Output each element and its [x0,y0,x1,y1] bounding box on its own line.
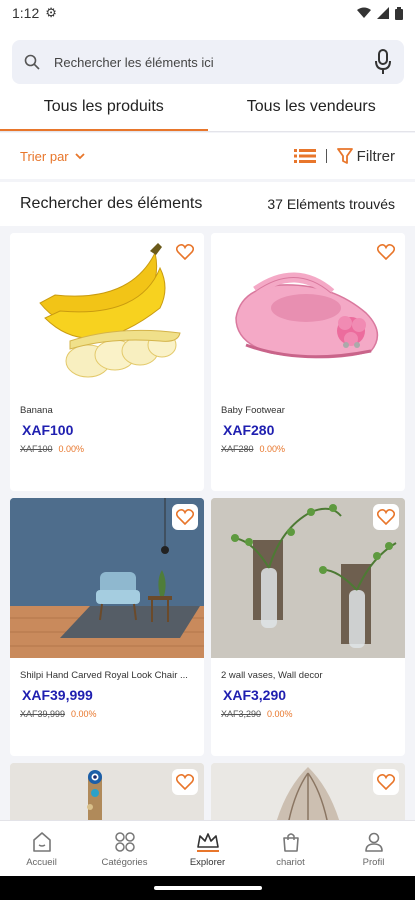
filter-bar: Trier par Filtrer [0,133,415,179]
status-time: 1:12 [12,5,40,21]
status-icons [357,6,403,20]
tab-all-products[interactable]: Tous les produits [0,94,208,132]
tab-all-sellers[interactable]: Tous les vendeurs [208,94,415,132]
list-view-icon[interactable] [293,149,316,163]
product-price: XAF280 [223,422,275,438]
home-gesture-handle[interactable] [154,886,262,890]
product-card[interactable] [211,763,405,820]
product-discount: 0.00% [267,709,293,719]
tab-bar: Tous les produits Tous les vendeurs [0,94,415,132]
product-price: XAF39,999 [22,687,93,703]
product-card[interactable] [10,763,204,820]
product-old-price: XAF3,290 [221,709,262,719]
signal-icon [377,7,389,19]
product-old-price-row: XAF39,999 0.00% [20,709,194,719]
nav-home[interactable]: Accueil [0,821,83,876]
product-name: Banana [20,405,53,416]
settings-status-icon: ⚙ [45,5,57,20]
chair-room-image [10,498,204,658]
product-price: XAF3,290 [223,687,287,703]
product-name: 2 wall vases, Wall decor [221,670,323,681]
wishlist-heart-icon[interactable] [373,769,399,795]
nav-profile[interactable]: Profil [332,821,415,876]
product-grid: Banana XAF100 XAF100 0.00% Baby Footwear… [0,230,415,820]
filter-button[interactable]: Filtrer [336,147,395,165]
nav-home-label: Accueil [26,856,57,868]
header: Rechercher les éléments ici Tous les pro… [0,26,415,132]
wishlist-heart-icon[interactable] [172,769,198,795]
filter-label: Filtrer [356,147,395,165]
nav-profile-label: Profil [362,856,385,868]
product-card[interactable]: 2 wall vases, Wall decor XAF3,290 XAF3,2… [211,498,405,756]
battery-icon [395,6,403,20]
search-input[interactable]: Rechercher les éléments ici [54,55,374,70]
results-header: Rechercher des éléments 37 Eléments trou… [0,182,415,226]
toolbar-separator [325,149,327,163]
microphone-icon[interactable] [374,49,392,75]
sort-label: Trier par [20,148,69,164]
results-title: Rechercher des éléments [20,195,203,212]
product-discount: 0.00% [71,709,97,719]
product-card[interactable]: Shilpi Hand Carved Royal Look Chair ... … [10,498,204,756]
categories-icon [114,830,136,854]
header-divider [0,131,415,132]
results-count: 37 Eléments trouvés [267,196,395,212]
status-bar: 1:12 ⚙ [0,0,415,26]
filter-icon [336,147,353,164]
product-discount: 0.00% [259,444,286,454]
wishlist-heart-icon[interactable] [172,239,198,265]
wishlist-heart-icon[interactable] [373,504,399,530]
evil-eye-image [10,763,204,820]
product-name: Shilpi Hand Carved Royal Look Chair ... [20,670,188,681]
nav-explore-label: Explorer [189,856,226,868]
nav-categories-label: Catégories [101,856,148,868]
product-old-price-row: XAF280 0.00% [221,444,395,454]
explore-icon [195,830,221,854]
product-price: XAF100 [22,422,74,438]
profile-icon [363,830,385,854]
cart-icon [280,830,302,854]
wall-art-image [211,763,405,820]
product-card[interactable]: Banana XAF100 XAF100 0.00% [10,233,204,491]
bottom-nav: Accueil Catégories Explorer chariot Prof… [0,820,415,876]
product-old-price: XAF280 [221,444,254,454]
baby-shoe-image [211,233,405,393]
nav-categories[interactable]: Catégories [83,821,166,876]
wishlist-heart-icon[interactable] [373,239,399,265]
banana-image [10,233,204,393]
product-old-price: XAF100 [20,444,53,454]
wishlist-heart-icon[interactable] [172,504,198,530]
chevron-down-icon [75,152,85,159]
product-old-price: XAF39,999 [20,709,66,719]
gesture-bar [0,876,415,900]
view-filter-group: Filtrer [293,147,395,165]
nav-explore[interactable]: Explorer [166,821,249,876]
product-old-price-row: XAF100 0.00% [20,444,194,454]
product-old-price-row: XAF3,290 0.00% [221,709,395,719]
nav-cart[interactable]: chariot [249,821,332,876]
search-icon [24,54,40,70]
nav-cart-label: chariot [276,856,305,868]
wifi-icon [357,7,371,18]
search-bar[interactable]: Rechercher les éléments ici [12,40,404,84]
sort-dropdown[interactable]: Trier par [20,149,85,164]
wall-vases-image [211,498,405,658]
home-icon [31,830,53,854]
product-name: Baby Footwear [221,405,285,416]
product-discount: 0.00% [58,444,85,454]
product-card[interactable]: Baby Footwear XAF280 XAF280 0.00% [211,233,405,491]
